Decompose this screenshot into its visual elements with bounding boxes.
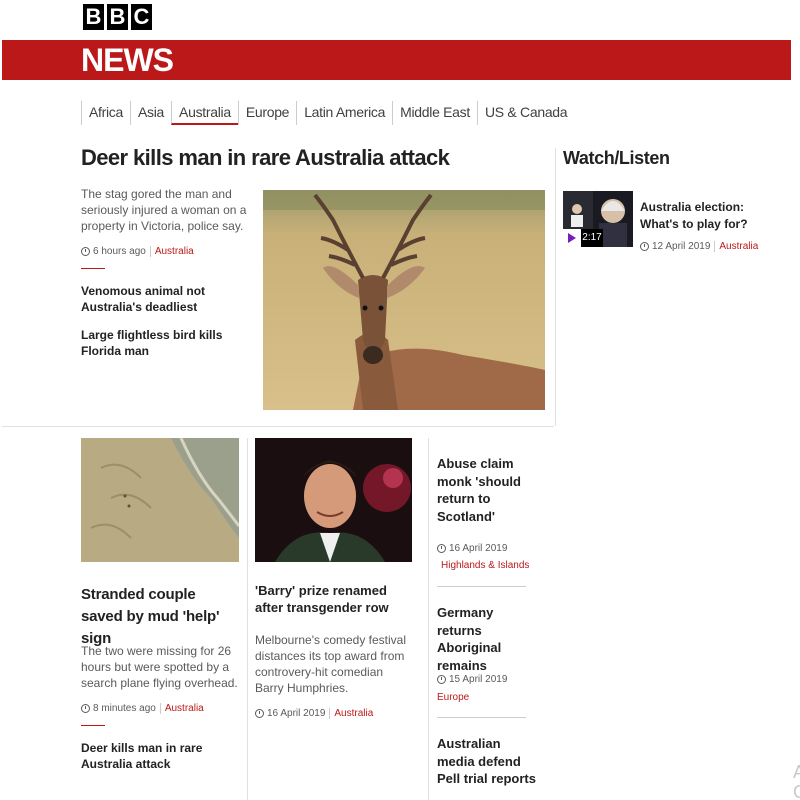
mud-story-meta: 8 minutes ago Australia <box>81 703 204 714</box>
side-story-1-date: 16 April 2019 <box>449 543 508 554</box>
related-story-1[interactable]: Venomous animal not Australia's deadlies… <box>81 283 261 315</box>
clock-icon <box>81 704 90 713</box>
hero-image-deer[interactable] <box>263 190 545 410</box>
meta-divider <box>714 241 716 252</box>
news-banner: NEWS <box>2 40 791 80</box>
hero-meta: 6 hours ago Australia <box>81 246 194 257</box>
video-duration: 2:17 <box>581 229 603 247</box>
meta-divider <box>149 246 151 257</box>
logo-letter-b1: B <box>83 4 104 30</box>
clock-icon <box>640 242 649 251</box>
side-rule <box>437 717 526 718</box>
hero-rule <box>81 268 105 269</box>
hero-summary: The stag gored the man and seriously inj… <box>81 187 247 233</box>
mud-aerial-illustration <box>81 438 239 562</box>
nav-item-latin-america[interactable]: Latin America <box>296 101 392 125</box>
clock-icon <box>255 709 264 718</box>
side-story-2-headline[interactable]: Germany returns Aboriginal remains <box>437 604 537 674</box>
deer-illustration <box>263 190 545 410</box>
side-story-2-date: 15 April 2019 <box>449 674 508 685</box>
barry-story-tag[interactable]: Australia <box>334 708 373 719</box>
clock-icon <box>437 544 446 553</box>
side-story-3-headline[interactable]: Australian media defend Pell trial repor… <box>437 735 537 788</box>
nav-item-africa[interactable]: Africa <box>81 101 130 125</box>
scroll-overlay-text: A G <box>793 762 800 800</box>
nav-item-australia[interactable]: Australia <box>171 101 238 125</box>
side-story-1-meta: 16 April 2019 <box>437 543 507 554</box>
meta-divider <box>329 708 331 719</box>
video-headline[interactable]: Australia election: What's to play for? <box>640 199 750 233</box>
video-date: 12 April 2019 <box>652 241 711 252</box>
side-story-2-tag[interactable]: Europe <box>437 692 469 703</box>
side-rule <box>437 586 526 587</box>
hero-headline[interactable]: Deer kills man in rare Australia attack <box>81 145 450 171</box>
mud-story-time: 8 minutes ago <box>93 703 156 714</box>
nav-item-europe[interactable]: Europe <box>237 101 296 125</box>
video-tag[interactable]: Australia <box>719 241 758 252</box>
play-icon[interactable] <box>563 229 581 247</box>
meta-divider <box>159 703 161 714</box>
barry-story-date: 16 April 2019 <box>267 708 326 719</box>
barry-story-summary: Melbourne's comedy festival distances it… <box>255 633 407 695</box>
watch-listen-heading[interactable]: Watch/Listen <box>563 148 670 169</box>
mud-story-headline[interactable]: Stranded couple saved by mud 'help' sign <box>81 584 241 650</box>
column-divider <box>247 438 248 800</box>
mud-story-summary: The two were missing for 26 hours but we… <box>81 644 238 690</box>
mud-sign-image[interactable] <box>81 438 239 562</box>
barry-story-headline[interactable]: 'Barry' prize renamed after transgender … <box>255 582 415 616</box>
section-divider <box>2 426 554 427</box>
related-story-2[interactable]: Large flightless bird kills Florida man <box>81 327 261 359</box>
clock-icon <box>437 675 446 684</box>
barry-humphries-image[interactable] <box>255 438 412 562</box>
logo-letter-b2: B <box>107 4 128 30</box>
barry-portrait-illustration <box>255 438 412 562</box>
news-section-title[interactable]: NEWS <box>81 42 174 78</box>
region-nav: Africa Asia Australia Europe Latin Ameri… <box>81 101 574 125</box>
video-meta: 12 April 2019 Australia <box>640 241 758 252</box>
hero-tag[interactable]: Australia <box>155 246 194 257</box>
mud-related-story[interactable]: Deer kills man in rare Australia attack <box>81 740 241 772</box>
column-divider <box>555 148 556 426</box>
barry-story-meta: 16 April 2019 Australia <box>255 708 373 719</box>
nav-item-middle-east[interactable]: Middle East <box>392 101 477 125</box>
side-story-1-headline[interactable]: Abuse claim monk 'should return to Scotl… <box>437 455 537 525</box>
nav-item-us-canada[interactable]: US & Canada <box>476 101 574 125</box>
clock-icon <box>81 247 90 256</box>
side-story-1-tag[interactable]: Highlands & Islands <box>441 560 529 571</box>
column-divider <box>428 438 429 800</box>
hero-time: 6 hours ago <box>93 246 146 257</box>
side-story-2-meta: 15 April 2019 <box>437 674 507 685</box>
story-rule <box>81 725 105 726</box>
logo-letter-c: C <box>131 4 152 30</box>
bbc-logo[interactable]: B B C <box>83 4 152 30</box>
nav-item-asia[interactable]: Asia <box>130 101 171 125</box>
mud-story-tag[interactable]: Australia <box>165 703 204 714</box>
